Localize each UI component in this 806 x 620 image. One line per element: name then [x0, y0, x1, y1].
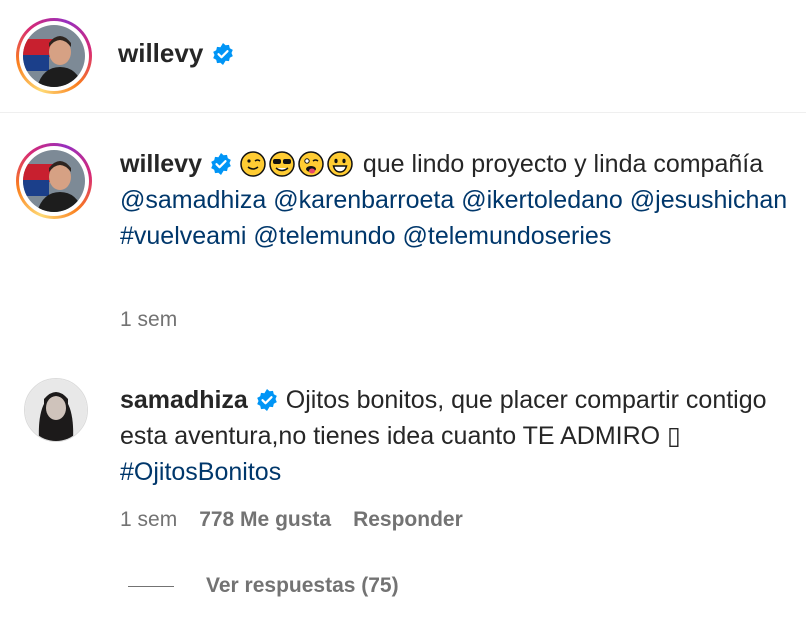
- comment-username[interactable]: samadhiza: [120, 386, 248, 414]
- story-ring[interactable]: [16, 18, 92, 94]
- mention-link[interactable]: @karenbarroeta: [273, 186, 454, 214]
- mention-link[interactable]: @ikertoledano: [461, 186, 623, 214]
- mention-link[interactable]: @telemundo: [253, 222, 395, 250]
- header-username[interactable]: willevy: [118, 38, 203, 69]
- mention-link[interactable]: @jesushichan: [630, 186, 787, 214]
- view-replies-button[interactable]: Ver respuestas (75): [128, 574, 399, 598]
- caption-story-ring[interactable]: [16, 143, 92, 219]
- winking-face-with-tongue-icon: [298, 151, 324, 177]
- caption-text: willevy que lindo proyecto y linda compa…: [120, 146, 804, 254]
- likes-count[interactable]: 778 Me gusta: [199, 508, 331, 532]
- comment-timestamp[interactable]: 1 sem: [120, 508, 177, 532]
- caption-meta: 1 sem: [120, 308, 177, 332]
- divider-line: [128, 585, 174, 587]
- post-header: willevy: [0, 0, 806, 113]
- hashtag-link[interactable]: #OjitosBonitos: [120, 458, 281, 486]
- smiling-face-with-sunglasses-icon: [269, 151, 295, 177]
- caption-avatar: [23, 150, 85, 212]
- verified-badge-icon: [211, 153, 231, 175]
- caption-timestamp[interactable]: 1 sem: [120, 308, 177, 332]
- view-replies-label: Ver respuestas (75): [206, 574, 399, 597]
- avatar: [23, 25, 85, 87]
- mention-link[interactable]: @telemundoseries: [403, 222, 612, 250]
- winking-face-icon: [240, 151, 266, 177]
- comment-avatar[interactable]: [24, 378, 88, 442]
- hashtag-link[interactable]: #vuelveami: [120, 222, 246, 250]
- grinning-face-icon: [327, 151, 353, 177]
- verified-badge-icon: [213, 42, 234, 65]
- caption-username[interactable]: willevy: [120, 150, 202, 178]
- reply-button[interactable]: Responder: [353, 508, 463, 532]
- verified-badge-icon: [256, 389, 277, 411]
- comment-meta: 1 sem 778 Me gusta Responder: [120, 508, 463, 532]
- mention-link[interactable]: @samadhiza: [120, 186, 266, 214]
- caption-body: que lindo proyecto y linda compañía: [362, 150, 764, 178]
- comment-text: samadhiza Ojitos bonitos, que placer com…: [120, 382, 804, 490]
